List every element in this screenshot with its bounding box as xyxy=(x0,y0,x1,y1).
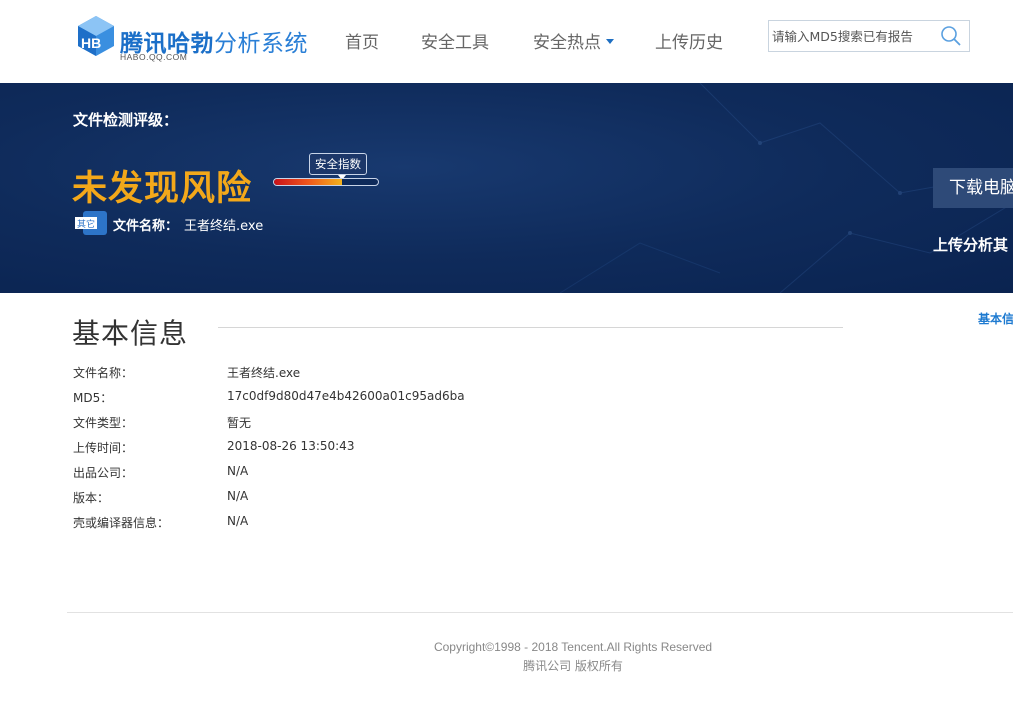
info-value: N/A xyxy=(227,464,249,478)
nav-home[interactable]: 首页 xyxy=(345,28,379,53)
info-value: 2018-08-26 13:50:43 xyxy=(227,439,355,453)
nav-security-tools[interactable]: 安全工具 xyxy=(421,28,489,53)
security-index-tag: 安全指数 xyxy=(309,153,367,180)
file-type-icon: 其它 xyxy=(75,211,107,235)
download-pc-button[interactable]: 下载电脑 xyxy=(933,168,1013,208)
risk-verdict: 未发现风险 xyxy=(72,169,253,209)
nav-security-hotspots[interactable]: 安全热点 xyxy=(533,28,614,53)
section-divider xyxy=(218,327,843,328)
nav-upload-history[interactable]: 上传历史 xyxy=(655,28,723,53)
info-value: 暂无 xyxy=(227,416,252,430)
security-index-meter xyxy=(273,178,379,186)
evaluation-label: 文件检测评级： xyxy=(73,111,179,129)
search-icon[interactable] xyxy=(939,25,963,47)
footer-copyright: Copyright©1998 - 2018 Tencent.All Rights… xyxy=(433,640,713,654)
info-value: N/A xyxy=(227,514,249,528)
info-label: MD5： xyxy=(73,391,113,405)
info-label: 出品公司： xyxy=(73,466,134,480)
side-nav-basic-info[interactable]: 基本信 xyxy=(978,310,1013,327)
info-label: 版本： xyxy=(73,491,110,505)
upload-analysis-link[interactable]: 上传分析其 xyxy=(933,234,1008,255)
logo-subtitle: HABO.QQ.COM xyxy=(120,52,188,62)
top-header: HB 腾讯哈勃分析系统 HABO.QQ.COM 首页 安全工具 安全热点 上传历… xyxy=(0,0,1013,83)
info-value: N/A xyxy=(227,489,249,503)
security-index-fill xyxy=(274,179,342,185)
md5-search-input[interactable] xyxy=(769,21,937,51)
nav-security-hotspots-label: 安全热点 xyxy=(533,33,601,53)
info-label: 文件名称： xyxy=(73,366,134,380)
info-label: 文件类型： xyxy=(73,416,134,430)
chevron-down-icon xyxy=(606,38,614,44)
habo-logo-icon: HB xyxy=(78,16,114,56)
basic-info-title: 基本信息 xyxy=(72,317,189,350)
info-label: 壳或编译器信息： xyxy=(73,516,170,530)
file-type-badge: 其它 xyxy=(77,218,95,230)
svg-text:HB: HB xyxy=(81,35,101,51)
habo-logo[interactable]: HB 腾讯哈勃分析系统 HABO.QQ.COM xyxy=(75,14,315,64)
footer-rights: 腾讯公司 版权所有 xyxy=(523,659,623,673)
logo-title-light: 分析系统 xyxy=(214,31,308,57)
banner-file-name-label: 文件名称： xyxy=(113,219,179,234)
banner-file-name-value: 王者终结.exe xyxy=(184,219,264,234)
info-value: 王者终结.exe xyxy=(227,366,301,380)
result-banner: 文件检测评级： 未发现风险 安全指数 其它 文件名称： 王者终结.exe 下载电脑… xyxy=(0,83,1013,293)
banner-file-name: 文件名称： 王者终结.exe xyxy=(113,215,263,234)
info-label: 上传时间： xyxy=(73,441,134,455)
footer-divider xyxy=(67,612,1013,613)
info-value: 17c0df9d80d47e4b42600a01c95ad6ba xyxy=(227,389,465,403)
md5-search-box xyxy=(768,20,970,52)
